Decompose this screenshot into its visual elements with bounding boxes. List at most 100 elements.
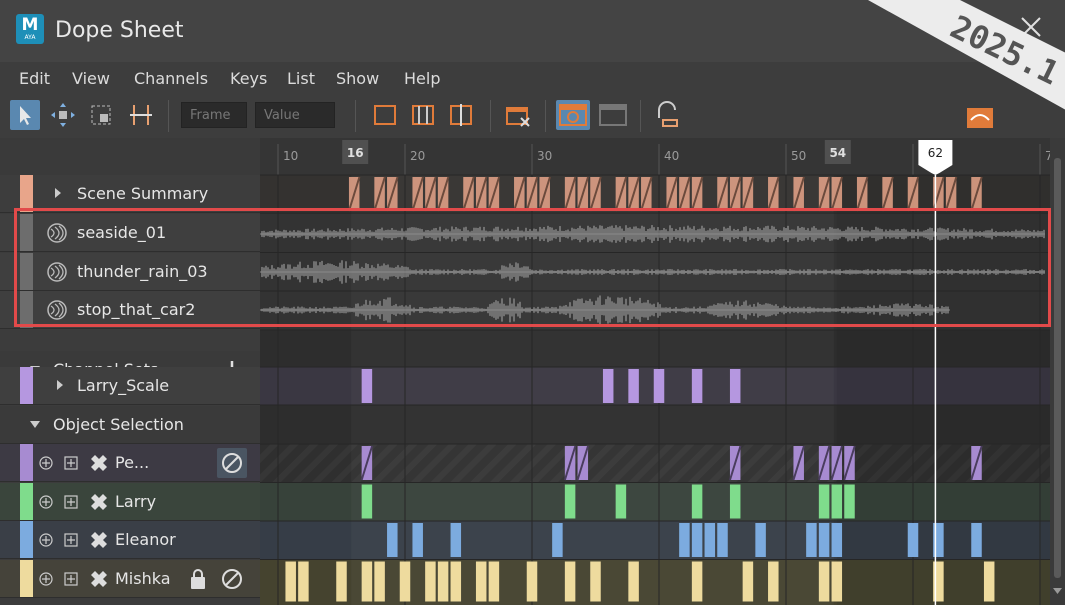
mishka-key[interactable] xyxy=(450,561,462,602)
eleanor-key[interactable] xyxy=(818,523,830,557)
mishka-key[interactable] xyxy=(425,561,436,602)
eleanor-key[interactable] xyxy=(806,523,817,557)
larry-key[interactable] xyxy=(691,484,703,519)
mute-icon[interactable] xyxy=(221,452,243,474)
expand-box-icon[interactable] xyxy=(64,571,78,586)
eleanor-key[interactable] xyxy=(704,523,716,557)
mishka-key[interactable] xyxy=(437,561,449,602)
larry-key[interactable] xyxy=(564,484,576,519)
mishka-key[interactable] xyxy=(336,561,347,602)
mishka-key[interactable] xyxy=(742,561,754,602)
expand-box-icon[interactable] xyxy=(64,533,78,547)
object-row-0[interactable]: Pe... xyxy=(0,444,260,482)
plus-circle-icon[interactable] xyxy=(39,494,53,509)
eleanor-key[interactable] xyxy=(717,523,728,557)
mishka-key[interactable] xyxy=(628,561,639,602)
mishka-key[interactable] xyxy=(526,561,538,602)
toolbar: Frame Value xyxy=(0,94,1065,138)
menu-help[interactable]: Help xyxy=(404,69,440,88)
close-icon[interactable] xyxy=(1018,14,1044,40)
move-tool-icon[interactable] xyxy=(48,100,78,130)
expand-arrow-icon[interactable] xyxy=(56,380,64,390)
object-row-1[interactable]: Larry xyxy=(0,482,260,521)
larry-key[interactable] xyxy=(831,484,843,519)
audio-icon[interactable] xyxy=(965,100,995,130)
mishka-key[interactable] xyxy=(768,561,779,602)
eleanor-key[interactable] xyxy=(679,523,690,557)
menu-channels[interactable]: Channels xyxy=(134,69,208,88)
mishka-key[interactable] xyxy=(818,561,830,602)
transform-node-icon[interactable] xyxy=(88,493,110,510)
menu-keys[interactable]: Keys xyxy=(230,69,267,88)
magnet-snap-icon[interactable] xyxy=(652,100,682,130)
frame-all-icon[interactable] xyxy=(370,100,400,130)
mishka-key[interactable] xyxy=(831,561,843,602)
plus-circle-icon[interactable] xyxy=(39,571,53,586)
larry-key[interactable] xyxy=(729,484,741,519)
mishka-key[interactable] xyxy=(983,561,995,602)
object-selection-row[interactable]: Object Selection xyxy=(0,406,260,444)
mishka-key[interactable] xyxy=(285,561,296,602)
larry-key[interactable] xyxy=(818,484,830,519)
larry-key[interactable] xyxy=(361,484,373,519)
larry-key[interactable] xyxy=(844,484,855,519)
mishka-key[interactable] xyxy=(488,561,500,602)
menu-edit[interactable]: Edit xyxy=(19,69,50,88)
expand-box-icon[interactable] xyxy=(64,494,78,509)
eleanor-key[interactable] xyxy=(907,523,919,557)
mishka-key[interactable] xyxy=(361,561,373,602)
eleanor-key[interactable] xyxy=(831,523,843,557)
select-tool-icon[interactable] xyxy=(10,100,40,130)
eleanor-key[interactable] xyxy=(450,523,462,557)
mishka-key[interactable] xyxy=(374,561,385,602)
channel-set-item-larry-scale[interactable]: Larry_Scale xyxy=(0,367,260,405)
mishka-key[interactable] xyxy=(691,561,703,602)
eleanor-key[interactable] xyxy=(971,523,982,557)
larry-key[interactable] xyxy=(615,484,627,519)
eleanor-key[interactable] xyxy=(755,523,766,557)
center-current-icon[interactable] xyxy=(446,100,476,130)
channel-set-key[interactable] xyxy=(361,369,373,403)
collapse-arrow-icon[interactable] xyxy=(30,421,40,429)
eleanor-key[interactable] xyxy=(552,523,563,557)
plus-circle-icon[interactable] xyxy=(39,533,53,547)
menu-show[interactable]: Show xyxy=(336,69,379,88)
plus-circle-icon[interactable] xyxy=(39,456,53,470)
mute-icon[interactable] xyxy=(221,568,243,590)
mishka-key[interactable] xyxy=(590,561,601,602)
value-field[interactable]: Value xyxy=(255,102,335,128)
channel-set-key[interactable] xyxy=(628,369,639,403)
transform-node-icon[interactable] xyxy=(88,532,110,548)
channel-set-key[interactable] xyxy=(653,369,665,403)
frame-playback-icon[interactable] xyxy=(408,100,438,130)
summary-mode-icon[interactable] xyxy=(556,100,590,130)
mishka-key[interactable] xyxy=(298,561,309,602)
mishka-key[interactable] xyxy=(399,561,411,602)
menu-list[interactable]: List xyxy=(287,69,315,88)
mishka-key[interactable] xyxy=(475,561,487,602)
scroll-down-icon[interactable] xyxy=(1053,588,1062,594)
frame-field[interactable]: Frame xyxy=(181,102,247,128)
transform-node-icon[interactable] xyxy=(88,570,110,587)
channel-set-key[interactable] xyxy=(691,369,703,403)
channel-set-key[interactable] xyxy=(602,369,614,403)
expand-arrow-icon[interactable] xyxy=(54,188,62,198)
eleanor-key[interactable] xyxy=(387,523,398,557)
lock-icon[interactable] xyxy=(189,568,207,590)
delete-keys-icon[interactable] xyxy=(503,100,533,130)
insert-keys-icon[interactable] xyxy=(126,100,156,130)
mute-button[interactable] xyxy=(217,448,247,478)
eleanor-key[interactable] xyxy=(691,523,703,557)
scrollbar-thumb[interactable] xyxy=(1054,158,1061,578)
object-row-3[interactable]: Mishka xyxy=(0,559,260,598)
menu-view[interactable]: View xyxy=(72,69,110,88)
expand-box-icon[interactable] xyxy=(64,456,78,470)
vertical-scrollbar[interactable] xyxy=(1050,138,1065,605)
channel-set-key[interactable] xyxy=(729,369,741,403)
eleanor-key[interactable] xyxy=(412,523,423,557)
scale-tool-icon[interactable] xyxy=(86,100,116,130)
object-row-2[interactable]: Eleanor xyxy=(0,521,260,559)
reference-mode-icon[interactable] xyxy=(596,100,630,130)
transform-node-icon[interactable] xyxy=(88,455,110,471)
mishka-key[interactable] xyxy=(564,561,576,602)
